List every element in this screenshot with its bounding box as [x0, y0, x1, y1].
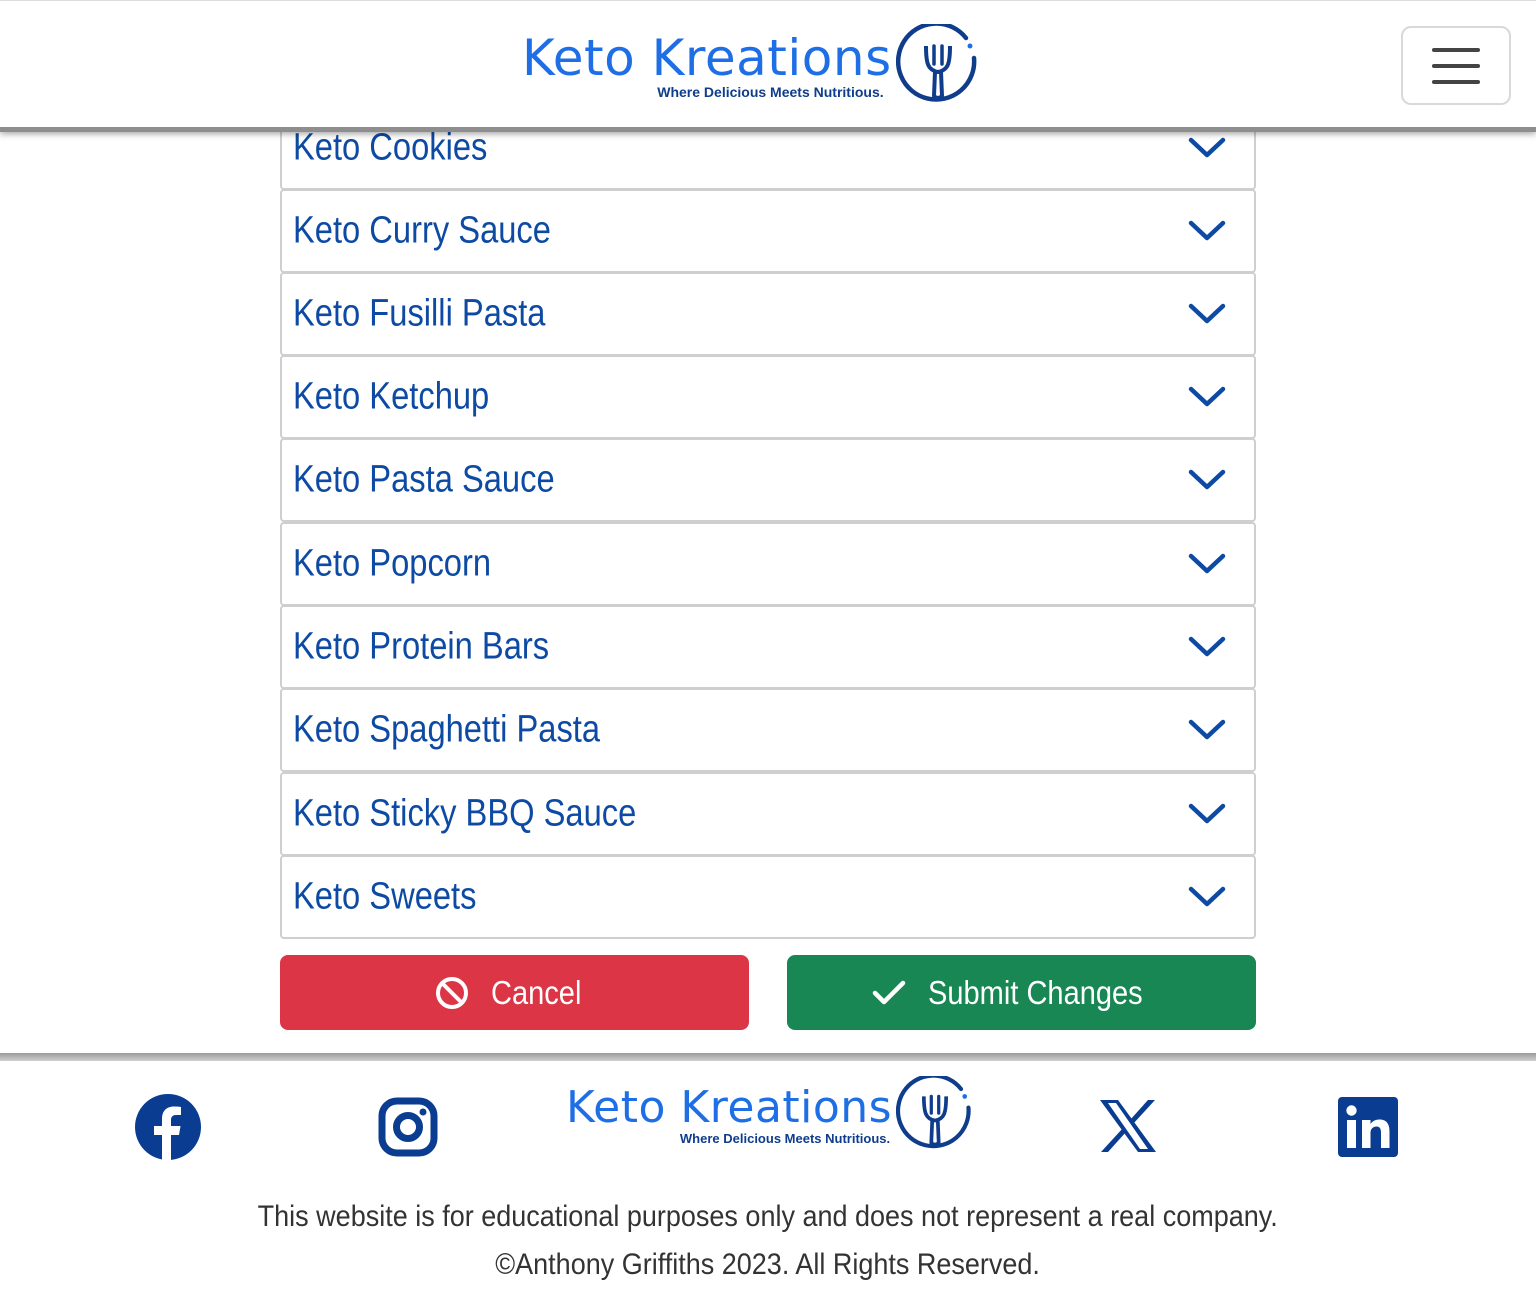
- footer-disclaimer-text: This website is for educational purposes…: [257, 1200, 1279, 1233]
- chevron-down-icon[interactable]: [1188, 300, 1226, 328]
- accordion-item-keto-pasta-sauce[interactable]: Keto Pasta Sauce: [280, 438, 1256, 522]
- chevron-down-icon[interactable]: [1188, 633, 1226, 661]
- chevron-down-icon[interactable]: [1188, 383, 1226, 411]
- hamburger-menu-icon-bar: [1432, 79, 1480, 84]
- accordion-item-label: Keto Cookies: [293, 126, 488, 169]
- chevron-down-icon[interactable]: [1188, 800, 1226, 828]
- chevron-down-icon[interactable]: [1188, 883, 1226, 911]
- fork-logo-icon: [896, 1076, 971, 1149]
- cancel-button-label: Cancel: [491, 973, 582, 1011]
- accordion-item-label: Keto Ketchup: [293, 375, 490, 418]
- accordion-item-keto-spaghetti-pasta[interactable]: Keto Spaghetti Pasta: [280, 688, 1256, 772]
- accordion-item-keto-popcorn[interactable]: Keto Popcorn: [280, 522, 1256, 606]
- fork-logo-icon: [895, 24, 977, 102]
- linkedin-icon[interactable]: [1338, 1097, 1398, 1157]
- accordion-item-label: Keto Popcorn: [293, 542, 492, 585]
- hamburger-menu-icon: [1432, 47, 1480, 52]
- header-edge: [0, 0, 1536, 1]
- x-icon[interactable]: [1098, 1098, 1158, 1154]
- accordion-item-keto-ketchup[interactable]: Keto Ketchup: [280, 355, 1256, 439]
- footer-divider: [0, 1053, 1536, 1061]
- chevron-down-icon[interactable]: [1188, 550, 1226, 578]
- footer-brand-name: Keto Kreations: [566, 1081, 893, 1133]
- footer-brand-tagline: Where Delicious Meets Nutritious.: [679, 1130, 891, 1146]
- chevron-down-icon[interactable]: [1188, 134, 1226, 162]
- ban-icon: [436, 976, 469, 1009]
- footer-disclaimer: This website is for educational purposes…: [0, 1200, 1536, 1234]
- footer-logo[interactable]: Keto Kreations Where Delicious Meets Nut…: [566, 1076, 974, 1154]
- accordion-item-label: Keto Sticky BBQ Sauce: [293, 792, 637, 835]
- accordion-item-keto-sweets[interactable]: Keto Sweets: [280, 855, 1256, 939]
- submit-button-label: Submit Changes: [927, 973, 1143, 1011]
- accordion-item-keto-curry-sauce[interactable]: Keto Curry Sauce: [280, 189, 1256, 273]
- footer-copyright: ©Anthony Griffiths 2023. All Rights Rese…: [0, 1248, 1536, 1282]
- header-logo[interactable]: Keto Kreations Where Delicious Meets Nut…: [522, 24, 980, 108]
- navbar-toggle-button[interactable]: [1401, 26, 1511, 105]
- brand-tagline: Where Delicious Meets Nutritious.: [657, 84, 884, 100]
- accordion-item-keto-fusilli-pasta[interactable]: Keto Fusilli Pasta: [280, 272, 1256, 356]
- chevron-down-icon[interactable]: [1188, 466, 1226, 494]
- accordion-item-keto-protein-bars[interactable]: Keto Protein Bars: [280, 605, 1256, 689]
- hamburger-menu-icon-bar: [1432, 63, 1480, 68]
- accordion-item-label: Keto Protein Bars: [293, 625, 550, 668]
- facebook-icon[interactable]: [134, 1093, 202, 1161]
- accordion-item-label: Keto Fusilli Pasta: [293, 292, 546, 335]
- accordion-item-label: Keto Pasta Sauce: [293, 458, 555, 501]
- footer-logo-wordmark: Keto Kreations Where Delicious Meets Nut…: [566, 1081, 893, 1146]
- brand-name: Keto Kreations: [522, 29, 892, 87]
- cancel-button[interactable]: Cancel: [280, 955, 749, 1030]
- site-header: Keto Kreations Where Delicious Meets Nut…: [0, 0, 1536, 132]
- submit-changes-button[interactable]: Submit Changes: [787, 955, 1256, 1030]
- accordion-item-label: Keto Spaghetti Pasta: [293, 708, 601, 751]
- accordion-item-keto-sticky-bbq-sauce[interactable]: Keto Sticky BBQ Sauce: [280, 772, 1256, 856]
- instagram-icon[interactable]: [378, 1097, 438, 1157]
- chevron-down-icon[interactable]: [1188, 217, 1226, 245]
- accordion-item-label: Keto Curry Sauce: [293, 209, 551, 252]
- footer-copyright-text: ©Anthony Griffiths 2023. All Rights Rese…: [495, 1248, 1041, 1281]
- accordion-item-label: Keto Sweets: [293, 875, 477, 918]
- chevron-down-icon[interactable]: [1188, 716, 1226, 744]
- check-icon: [872, 980, 905, 1004]
- logo-wordmark: Keto Kreations Where Delicious Meets Nut…: [522, 33, 892, 99]
